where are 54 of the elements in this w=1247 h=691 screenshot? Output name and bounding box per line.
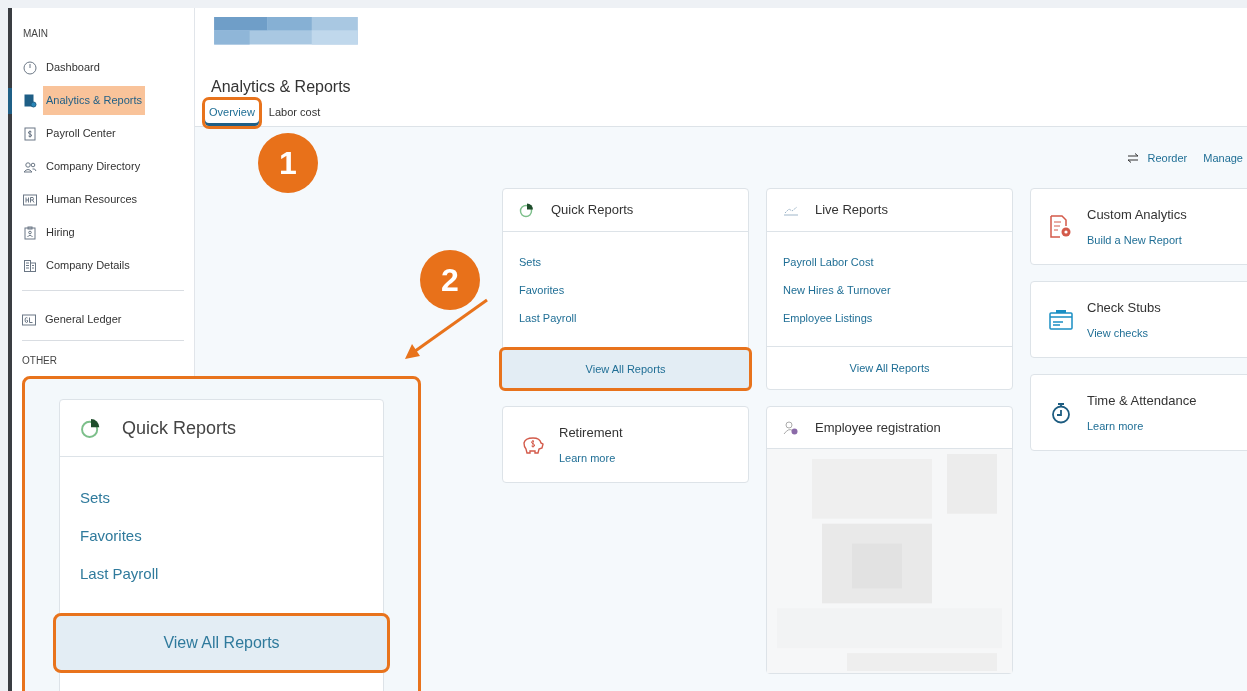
page-title: Analytics & Reports: [211, 76, 352, 97]
building-icon: [23, 258, 37, 273]
report-icon: [23, 93, 37, 108]
report-link[interactable]: Last Payroll: [80, 563, 159, 585]
piggy-bank-icon: [521, 434, 545, 455]
nav-item[interactable]: Dashboard: [43, 53, 103, 82]
nav-item[interactable]: Payroll Center: [43, 119, 119, 148]
section-heading: OTHER: [22, 354, 58, 368]
nav-item[interactable]: Human Resources: [43, 185, 141, 214]
manage-link[interactable]: Manage: [1203, 149, 1243, 167]
card-link[interactable]: Learn more: [1087, 418, 1197, 435]
card-title: Retirement: [559, 423, 623, 442]
card-title: Custom Analytics: [1087, 205, 1187, 224]
section-heading: MAIN: [22, 27, 49, 41]
report-link[interactable]: Sets: [519, 255, 541, 270]
report-link[interactable]: Sets: [80, 487, 110, 509]
report-link[interactable]: Payroll Labor Cost: [783, 255, 874, 270]
card-title: Quick Reports: [551, 201, 634, 220]
report-link[interactable]: Last Payroll: [519, 311, 577, 326]
report-link[interactable]: Favorites: [80, 525, 142, 547]
view-all-reports-button[interactable]: View All Reports: [53, 613, 390, 673]
report-link[interactable]: New Hires & Turnover: [783, 283, 891, 298]
nav-item[interactable]: Analytics & Reports: [43, 86, 145, 115]
card-link[interactable]: Build a New Report: [1087, 232, 1187, 249]
card-title: Check Stubs: [1087, 298, 1161, 317]
nav-item[interactable]: Company Details: [43, 251, 133, 280]
nav-item[interactable]: Hiring: [43, 218, 78, 247]
view-all-reports-button[interactable]: View All Reports: [767, 346, 1012, 389]
check-stub-icon: [1049, 308, 1073, 331]
people-icon: [23, 159, 37, 174]
id-badge-icon: [23, 225, 37, 240]
tab[interactable]: Labor cost: [264, 99, 325, 126]
dollar-document-icon: [23, 126, 37, 141]
gauge-icon: [23, 60, 37, 75]
stopwatch-icon: [1051, 401, 1071, 424]
card-link[interactable]: Learn more: [559, 450, 623, 467]
nav-item[interactable]: General Ledger: [42, 305, 125, 334]
report-link[interactable]: Employee Listings: [783, 311, 873, 326]
card-title: Live Reports: [815, 201, 888, 220]
card-title: Time & Attendance: [1087, 391, 1197, 410]
reorder-button[interactable]: Reorder: [1127, 149, 1188, 167]
swap-icon: [1127, 153, 1140, 163]
card-title: Quick Reports: [122, 416, 237, 440]
pie-chart-icon: [80, 417, 102, 439]
card-link[interactable]: View checks: [1087, 325, 1161, 342]
person-icon: [783, 419, 799, 436]
view-all-reports-button[interactable]: View All Reports: [499, 347, 752, 391]
tab[interactable]: Overview: [205, 99, 259, 126]
card-title: Employee registration: [815, 418, 941, 437]
report-link[interactable]: Favorites: [519, 283, 565, 298]
gl-icon: [22, 312, 36, 327]
nav-item[interactable]: Company Directory: [43, 152, 144, 181]
hr-icon: [23, 192, 37, 207]
pie-chart-icon: [519, 202, 535, 218]
